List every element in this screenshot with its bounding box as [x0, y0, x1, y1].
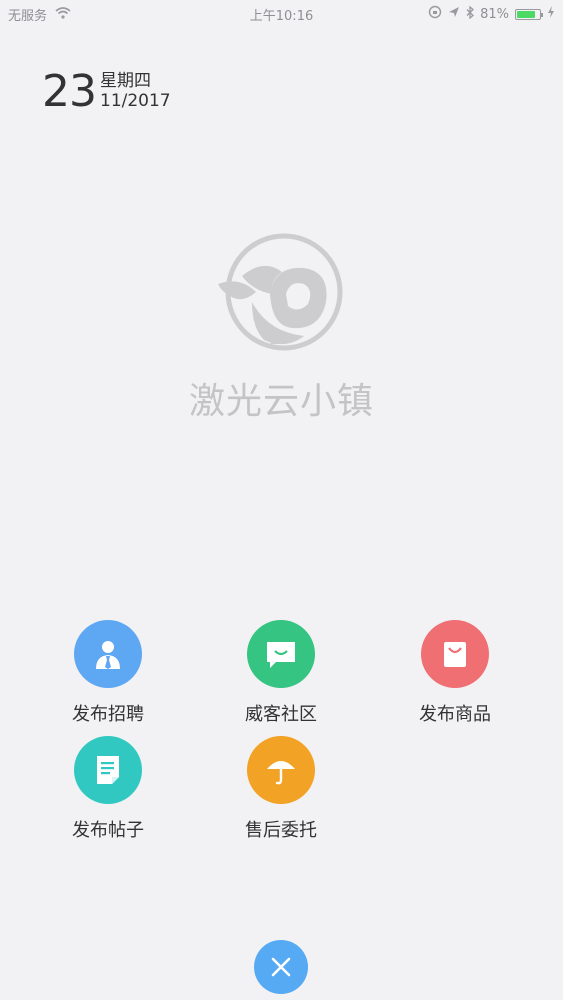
- date-display: 23 星期四 11/2017: [42, 70, 171, 114]
- battery-fill: [517, 10, 535, 18]
- action-label: 发布招聘: [72, 704, 144, 725]
- umbrella-icon: [247, 736, 315, 804]
- battery-icon: [515, 8, 543, 20]
- shopping-bag-icon: [421, 620, 489, 688]
- status-bar: 无服务 上午10:16 81%: [0, 0, 563, 28]
- bluetooth-icon: [466, 5, 475, 23]
- date-weekday: 星期四: [100, 71, 151, 92]
- action-community[interactable]: 威客社区: [211, 620, 351, 726]
- action-post-job[interactable]: 发布招聘: [38, 620, 178, 726]
- brand-name: 激光云小镇: [188, 381, 374, 422]
- date-day: 23: [42, 66, 97, 117]
- action-post-thread[interactable]: 发布帖子: [38, 736, 178, 842]
- charging-icon: [547, 6, 555, 22]
- lock-rotation-icon: [428, 5, 442, 23]
- battery-percent: 81%: [480, 6, 509, 22]
- action-label: 发布商品: [419, 704, 491, 725]
- close-icon: [271, 957, 291, 977]
- date-side: 星期四 11/2017: [100, 72, 171, 111]
- date-month-year: 11/2017: [100, 91, 171, 111]
- action-post-product[interactable]: 发布商品: [385, 620, 525, 726]
- close-button[interactable]: [254, 940, 308, 994]
- chat-bubble-icon: [247, 620, 315, 688]
- action-label: 售后委托: [245, 820, 317, 841]
- action-label: 发布帖子: [72, 820, 144, 841]
- status-right: 81%: [428, 5, 555, 23]
- document-icon: [74, 736, 142, 804]
- brand-logo: [212, 232, 352, 362]
- action-label: 威客社区: [245, 704, 317, 725]
- action-after-sales[interactable]: 售后委托: [211, 736, 351, 842]
- person-suit-icon: [74, 620, 142, 688]
- location-icon: [448, 6, 460, 22]
